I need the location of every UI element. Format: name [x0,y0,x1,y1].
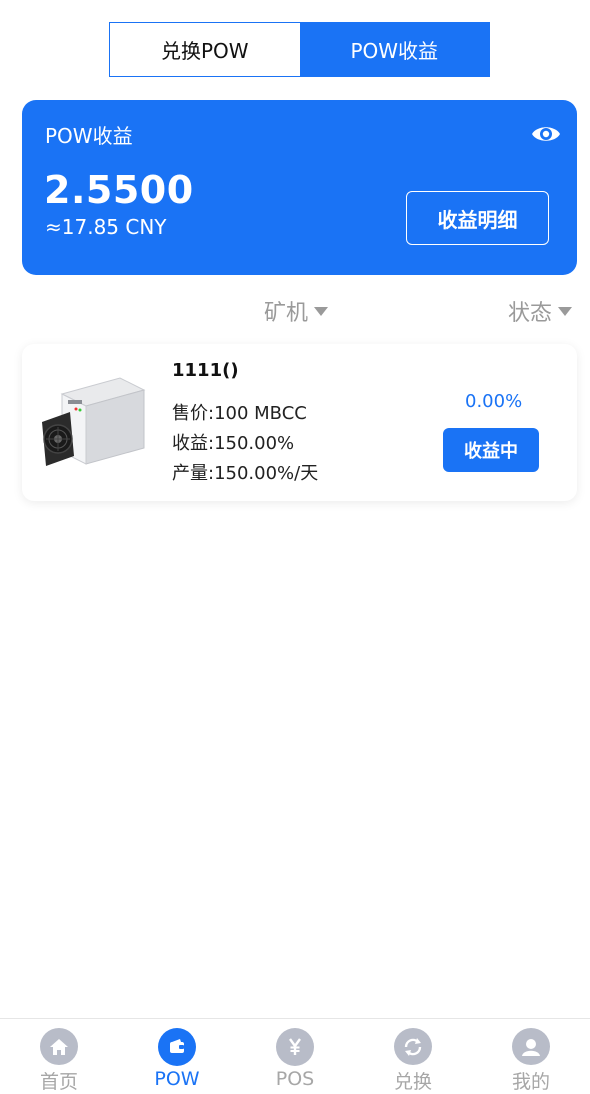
miner-device-image [42,377,146,466]
nav-label: 我的 [511,1071,550,1093]
earnings-title: POW收益 [45,124,133,148]
nav-item-pow[interactable]: POW [118,1019,236,1094]
miner-filter-dropdown[interactable]: 矿机 [264,295,329,327]
yen-icon [276,1028,314,1066]
caret-down-icon [558,306,573,316]
home-icon [40,1028,78,1065]
nav-label: POW [154,1068,200,1090]
wallet-icon [158,1028,196,1066]
earnings-cny-value: ≈17.85 CNY [45,215,167,239]
miner-yield: 收益:150.00% [172,433,295,454]
nav-item-exchange[interactable]: 兑换 [354,1019,472,1094]
nav-item-profile[interactable]: 我的 [472,1019,590,1094]
miner-status-button[interactable]: 收益中 [443,428,539,472]
miner-progress-percent: 0.00% [465,391,523,412]
earnings-card: POW收益 2.5500 ≈17.85 CNY 收益明细 [22,100,577,275]
miner-name: 1111() [172,360,239,381]
miner-output: 产量:150.00%/天 [172,463,319,484]
caret-down-icon [314,306,329,316]
status-filter-dropdown[interactable]: 状态 [508,295,573,327]
status-filter-label: 状态 [508,301,553,326]
earnings-detail-button[interactable]: 收益明细 [406,191,549,245]
nav-label: POS [275,1068,315,1090]
earnings-amount: 2.5500 [44,168,194,212]
tab-pow-earnings[interactable]: POW收益 [299,23,489,76]
user-icon [512,1028,550,1065]
miner-price: 售价:100 MBCC [172,403,307,424]
miner-list-item[interactable]: 1111() 售价:100 MBCC 收益:150.00% 产量:150.00%… [22,344,577,501]
nav-item-home[interactable]: 首页 [0,1019,118,1094]
nav-item-pos[interactable]: POS [236,1019,354,1094]
nav-label: 首页 [39,1071,78,1093]
tab-exchange-pow[interactable]: 兑换POW [110,23,300,76]
bottom-nav: 首页 POW POS 兑换 我的 [0,1018,590,1094]
segment-tabs: 兑换POW POW收益 [109,22,490,77]
exchange-icon [394,1028,432,1065]
nav-label: 兑换 [393,1071,432,1093]
eye-icon[interactable] [531,122,561,146]
miner-filter-label: 矿机 [264,301,309,326]
pow-earnings-page: 兑换POW POW收益 POW收益 2.5500 ≈17.85 CNY 收益明细… [0,0,590,1094]
